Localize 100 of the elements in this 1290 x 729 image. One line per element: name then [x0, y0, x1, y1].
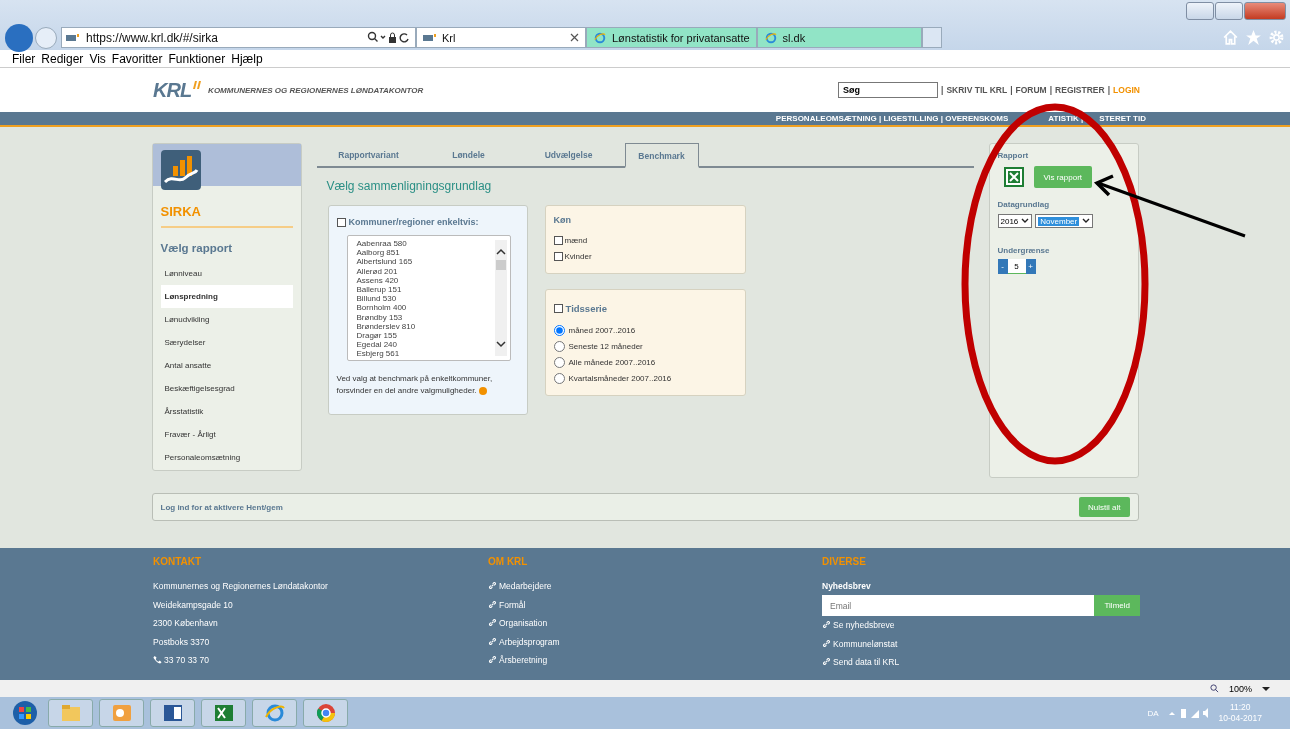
sidebar-item[interactable]: Særydelser	[160, 331, 293, 354]
close-button[interactable]	[1244, 2, 1286, 20]
radio-button[interactable]	[553, 356, 565, 368]
radio-label: måned 2007..2016	[568, 325, 636, 335]
tab[interactable]: Løndele	[418, 143, 519, 166]
list-item[interactable]: Albertslund 165	[356, 257, 492, 267]
nav-link[interactable]: STERET TID	[1099, 114, 1146, 123]
taskbar-app[interactable]	[303, 699, 348, 727]
municipality-list[interactable]: Aabenraa 580 Aalborg 851 Albertslund 165 Allerød 201 Assens 420 Ballerup 151 Billund 530 Bornholm 400 Brøndby 153 Brønderslev 810 Dragør 155 Egedal 240 Esbjerg 561	[346, 235, 511, 361]
scrollbar[interactable]	[494, 240, 507, 356]
sidebar-item[interactable]: Fravær - Årligt	[160, 423, 293, 446]
nav-links[interactable]: PERSONALEOMSÆTNING | LIGESTILLING | OVERENSKOMS	[775, 114, 1009, 123]
menu-item[interactable]: Funktioner	[168, 51, 226, 66]
browser-tab[interactable]: Lønstatistik for privatansatte	[586, 27, 757, 48]
footer-link[interactable]: Medarbejdere	[499, 581, 552, 591]
increment-button[interactable]: +	[1025, 259, 1036, 274]
radio-button[interactable]	[553, 324, 565, 336]
radio-button[interactable]	[553, 372, 565, 384]
folder-icon	[59, 702, 82, 724]
field-label: Undergrænse	[997, 246, 1050, 255]
list-item[interactable]: Billund 530	[356, 294, 492, 304]
panel-title: Rapport	[997, 151, 1029, 160]
menu-item[interactable]: Hjælp	[231, 51, 263, 66]
menu-item[interactable]: Favoritter	[111, 51, 163, 66]
footer-link[interactable]: Årsberetning	[499, 655, 548, 666]
browser-tab[interactable]: sl.dk	[756, 27, 922, 48]
sidebar-item[interactable]: Lønniveau	[160, 262, 293, 285]
scroll-up-icon[interactable]	[495, 248, 506, 256]
back-button[interactable]	[5, 23, 33, 52]
header-link[interactable]: FORUM	[1015, 85, 1047, 95]
sidebar-item[interactable]: Lønspredning	[160, 285, 293, 308]
list-item[interactable]: Allerød 201	[356, 266, 492, 276]
link-icon	[822, 657, 831, 667]
caret-icon[interactable]	[1262, 685, 1270, 692]
info-note: Ved valg at benchmark på enkeltkommuner, forsvinder en del andre valgmuligheder.	[336, 373, 494, 397]
search-field[interactable]: Søg	[838, 82, 938, 98]
checkbox[interactable]	[336, 217, 346, 227]
footer-link[interactable]: Kommunelønstat	[833, 638, 898, 649]
star-icon[interactable]	[1245, 29, 1262, 46]
menu-item[interactable]: Filer	[12, 51, 36, 66]
menu-item[interactable]: Rediger	[41, 51, 84, 66]
zoom-icon	[1209, 684, 1219, 693]
sidebar-item[interactable]: Beskæftigelsesgrad	[160, 377, 293, 400]
sidebar-item[interactable]: Antal ansatte	[160, 354, 293, 377]
radio-label: Seneste 12 måneder	[568, 341, 643, 351]
help-icon[interactable]	[478, 386, 487, 395]
tab[interactable]: Rapportvariant	[318, 143, 419, 166]
minimize-button[interactable]	[1186, 2, 1214, 20]
sidebar-item[interactable]: Årsstatistik	[160, 400, 293, 423]
footer-link[interactable]: Arbejdsprogram	[499, 636, 560, 647]
contact-line: Weidekampsgade 10	[153, 599, 234, 612]
footer-link[interactable]: Send data til KRL	[833, 657, 900, 668]
taskbar-app[interactable]	[150, 699, 195, 727]
header-link[interactable]: SKRIV TIL KRL	[946, 85, 1008, 95]
checkbox[interactable]	[553, 251, 563, 261]
link-icon	[822, 638, 831, 648]
header-link[interactable]: REGISTRER	[1055, 85, 1105, 95]
zoom-level[interactable]: 100%	[1228, 683, 1252, 694]
list-item[interactable]: Aalborg 851	[356, 248, 492, 258]
list-item[interactable]: Dragør 155	[356, 331, 492, 341]
separator: |	[1049, 85, 1053, 95]
site-logo[interactable]: KRL	[153, 78, 192, 102]
close-icon[interactable]	[570, 33, 579, 42]
restore-button[interactable]	[1215, 2, 1243, 20]
app-name: SIRKA	[160, 204, 293, 228]
list-item[interactable]: Egedal 240	[356, 340, 492, 350]
radio-button[interactable]	[553, 340, 565, 352]
list-item[interactable]: Aabenraa 580	[356, 239, 492, 249]
login-hint: Log ind for at aktivere Hent/gem	[160, 502, 283, 512]
email-field[interactable]: Email	[822, 595, 1095, 616]
list-item[interactable]: Assens 420	[356, 275, 492, 285]
menu-item[interactable]: Vis	[89, 51, 106, 66]
list-item[interactable]: Brøndby 153	[356, 312, 492, 322]
list-item[interactable]: Bornholm 400	[356, 303, 492, 313]
scroll-down-icon[interactable]	[495, 340, 506, 348]
tab[interactable]: Benchmark	[624, 143, 699, 168]
checkbox-label: mænd	[564, 235, 588, 245]
address-bar[interactable]: https://www.krl.dk/#/sirka	[61, 27, 416, 48]
spreadsheet-icon[interactable]	[1003, 167, 1024, 187]
footer-link[interactable]: Se nyhedsbreve	[833, 620, 895, 630]
site-logo-icon	[423, 31, 437, 44]
checkbox[interactable]	[553, 304, 563, 313]
checkbox-label: Kvinder	[564, 251, 592, 261]
contact-line: 2300 København	[153, 618, 219, 631]
browser-tab[interactable]: Krl	[416, 27, 586, 48]
list-item[interactable]: Esbjerg 561	[356, 349, 492, 359]
checkbox[interactable]	[553, 235, 563, 245]
list-item[interactable]: Ballerup 151	[356, 285, 492, 295]
footer-link[interactable]: Formål	[499, 599, 526, 610]
sidebar-item[interactable]: Lønudvikling	[160, 308, 293, 331]
tab[interactable]: Udvælgelse	[518, 143, 619, 166]
taskbar-app[interactable]	[201, 699, 246, 727]
list-item[interactable]: Brønderslev 810	[356, 321, 492, 332]
year-dropdown[interactable]: 2016	[997, 214, 1033, 228]
separator: |	[1010, 85, 1013, 95]
footer-heading: KONTAKT	[153, 556, 203, 567]
footer-link[interactable]: Organisation	[499, 618, 548, 629]
scroll-thumb[interactable]	[495, 260, 506, 270]
decrement-button[interactable]: -	[997, 259, 1008, 274]
sidebar-item[interactable]: Personaleomsætning	[160, 446, 293, 469]
